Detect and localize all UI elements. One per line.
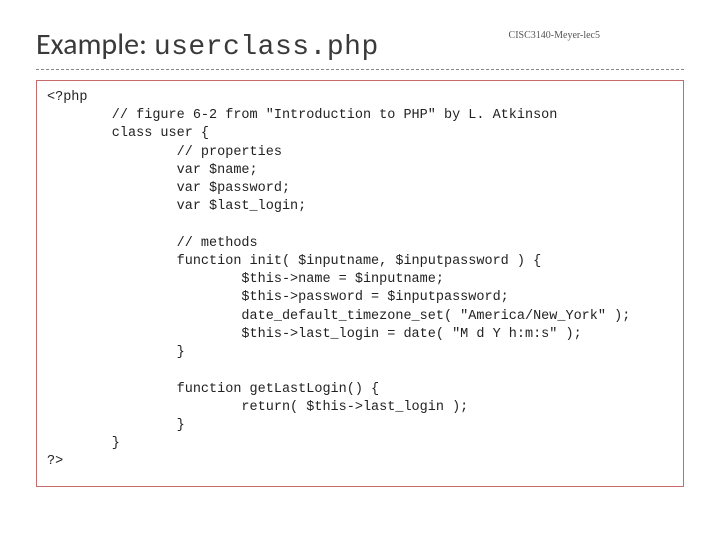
code-block: <?php // figure 6-2 from "Introduction t… [36, 80, 684, 487]
course-tag: CISC3140-Meyer-lec5 [509, 30, 600, 41]
slide-title: Example: userclass.php [36, 26, 379, 63]
title-plain-part: Example: [36, 26, 154, 63]
title-mono-part: userclass.php [154, 32, 379, 63]
